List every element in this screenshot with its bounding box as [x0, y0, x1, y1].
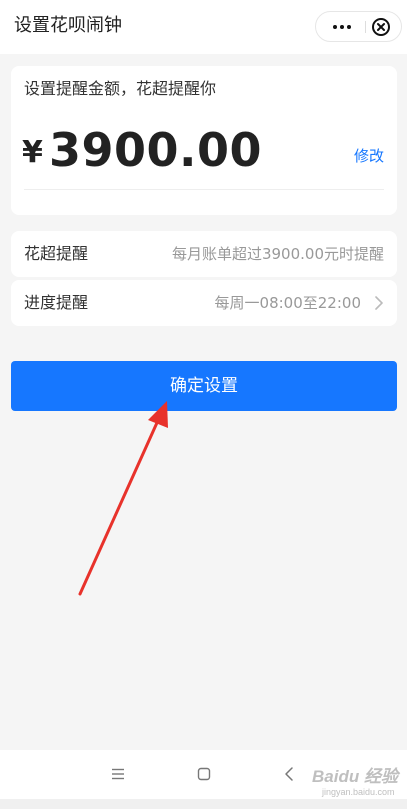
- bottom-strip: [0, 799, 407, 809]
- confirm-settings-button[interactable]: 确定设置: [11, 361, 397, 411]
- system-nav-bar: [0, 750, 407, 799]
- amount-card: 设置提醒金额，花超提醒你 ¥ 3900.00 修改: [11, 66, 397, 215]
- page-title: 设置花呗闹钟: [14, 15, 122, 36]
- chevron-right-icon: [375, 296, 383, 310]
- menu-icon[interactable]: [111, 768, 125, 780]
- title-bar: 设置花呗闹钟: [0, 0, 407, 54]
- amount-prompt: 设置提醒金额，花超提醒你: [24, 79, 217, 98]
- overspend-reminder-value: 每月账单超过3900.00元时提醒: [171, 245, 384, 263]
- currency-symbol: ¥: [22, 135, 43, 170]
- overspend-reminder-row: 花超提醒 每月账单超过3900.00元时提醒: [11, 231, 397, 277]
- overspend-reminder-label: 花超提醒: [24, 244, 89, 263]
- amount-divider: [24, 189, 384, 190]
- progress-reminder-label: 进度提醒: [24, 293, 89, 312]
- home-icon[interactable]: [197, 767, 211, 781]
- capsule-divider: [365, 21, 366, 33]
- mini-program-capsule: [315, 11, 402, 42]
- amount-value: 3900.00: [49, 123, 263, 177]
- back-icon[interactable]: [284, 766, 294, 782]
- more-dots-icon[interactable]: [326, 12, 357, 41]
- close-circle-icon[interactable]: [371, 17, 391, 37]
- modify-amount-link[interactable]: 修改: [354, 145, 384, 167]
- progress-reminder-value: 每周一08:00至22:00: [214, 294, 361, 312]
- progress-reminder-row[interactable]: 进度提醒 每周一08:00至22:00: [11, 280, 397, 326]
